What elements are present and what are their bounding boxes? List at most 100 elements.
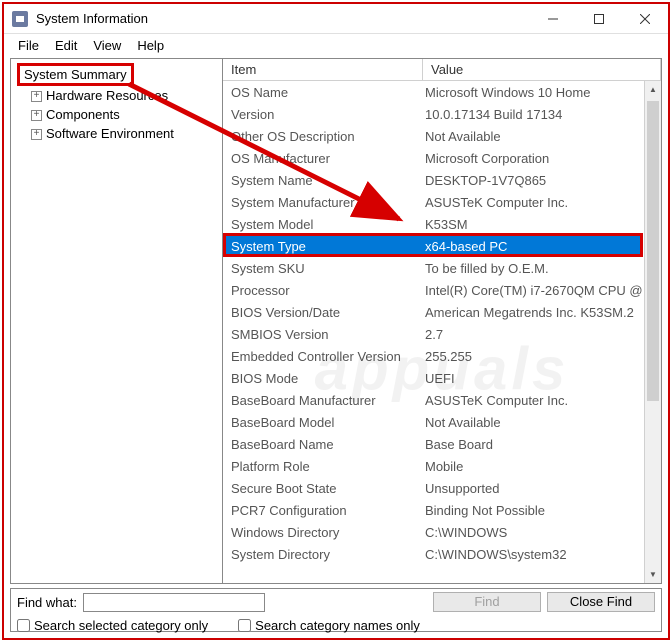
tree-item-hardware-resources[interactable]: + Hardware Resources bbox=[11, 86, 222, 105]
cell-item: System Type bbox=[223, 239, 423, 254]
list-row[interactable]: PCR7 ConfigurationBinding Not Possible bbox=[223, 499, 643, 521]
check-search-selected[interactable]: Search selected category only bbox=[17, 618, 208, 633]
list-row[interactable]: System DirectoryC:\WINDOWS\system32 bbox=[223, 543, 643, 565]
scroll-thumb[interactable] bbox=[647, 101, 659, 401]
cell-item: BaseBoard Name bbox=[223, 437, 423, 452]
close-find-button[interactable]: Close Find bbox=[547, 592, 655, 612]
cell-value: K53SM bbox=[423, 217, 643, 232]
cell-value: DESKTOP-1V7Q865 bbox=[423, 173, 643, 188]
menu-edit[interactable]: Edit bbox=[47, 36, 85, 55]
cell-item: BIOS Version/Date bbox=[223, 305, 423, 320]
cell-value: Microsoft Corporation bbox=[423, 151, 643, 166]
column-header-item[interactable]: Item bbox=[223, 59, 423, 80]
find-bar: Find what: Find Close Find Search select… bbox=[10, 588, 662, 632]
list-row[interactable]: OS NameMicrosoft Windows 10 Home bbox=[223, 81, 643, 103]
cell-value: Not Available bbox=[423, 129, 643, 144]
list-row[interactable]: Windows DirectoryC:\WINDOWS bbox=[223, 521, 643, 543]
window-title: System Information bbox=[36, 11, 148, 26]
cell-item: Other OS Description bbox=[223, 129, 423, 144]
app-icon bbox=[12, 11, 28, 27]
cell-item: OS Manufacturer bbox=[223, 151, 423, 166]
list-row[interactable]: BIOS Version/DateAmerican Megatrends Inc… bbox=[223, 301, 643, 323]
cell-item: BIOS Mode bbox=[223, 371, 423, 386]
find-input[interactable] bbox=[83, 593, 265, 612]
cell-value: UEFI bbox=[423, 371, 643, 386]
vertical-scrollbar[interactable]: ▲ ▼ bbox=[644, 81, 661, 583]
tree-item-components[interactable]: + Components bbox=[11, 105, 222, 124]
cell-value: Intel(R) Core(TM) i7-2670QM CPU @ bbox=[423, 283, 643, 298]
cell-item: Embedded Controller Version bbox=[223, 349, 423, 364]
tree-item-label: Hardware Resources bbox=[46, 88, 168, 103]
tree-root-system-summary[interactable]: System Summary bbox=[17, 63, 134, 86]
cell-value: ASUSTeK Computer Inc. bbox=[423, 195, 643, 210]
cell-value: Mobile bbox=[423, 459, 643, 474]
list-row[interactable]: Embedded Controller Version255.255 bbox=[223, 345, 643, 367]
cell-item: Processor bbox=[223, 283, 423, 298]
list-row[interactable]: BaseBoard ModelNot Available bbox=[223, 411, 643, 433]
list-row[interactable]: Platform RoleMobile bbox=[223, 455, 643, 477]
scroll-down-button[interactable]: ▼ bbox=[645, 566, 661, 583]
cell-item: System SKU bbox=[223, 261, 423, 276]
tree-panel: System Summary + Hardware Resources + Comp… bbox=[11, 59, 223, 583]
list-row[interactable]: SMBIOS Version2.7 bbox=[223, 323, 643, 345]
tree-item-software-environment[interactable]: +Software Environment bbox=[11, 124, 222, 143]
cell-item: Windows Directory bbox=[223, 525, 423, 540]
list-row[interactable]: System ModelK53SM bbox=[223, 213, 643, 235]
list-row[interactable]: System Typex64-based PC bbox=[223, 235, 643, 257]
menubar: File Edit View Help bbox=[4, 34, 668, 56]
cell-value: Unsupported bbox=[423, 481, 643, 496]
minimize-button[interactable] bbox=[530, 4, 576, 34]
expand-icon[interactable]: + bbox=[31, 129, 42, 140]
cell-value: Base Board bbox=[423, 437, 643, 452]
list-row[interactable]: System SKUTo be filled by O.E.M. bbox=[223, 257, 643, 279]
expand-icon[interactable]: + bbox=[31, 110, 42, 121]
list-row[interactable]: OS ManufacturerMicrosoft Corporation bbox=[223, 147, 643, 169]
cell-item: System Manufacturer bbox=[223, 195, 423, 210]
cell-value: 255.255 bbox=[423, 349, 643, 364]
menu-file[interactable]: File bbox=[10, 36, 47, 55]
scroll-up-button[interactable]: ▲ bbox=[645, 81, 661, 98]
cell-item: BaseBoard Model bbox=[223, 415, 423, 430]
cell-item: SMBIOS Version bbox=[223, 327, 423, 342]
cell-item: PCR7 Configuration bbox=[223, 503, 423, 518]
check-search-names[interactable]: Search category names only bbox=[238, 618, 420, 633]
list-row[interactable]: System ManufacturerASUSTeK Computer Inc. bbox=[223, 191, 643, 213]
cell-value: American Megatrends Inc. K53SM.2 bbox=[423, 305, 643, 320]
menu-view[interactable]: View bbox=[85, 36, 129, 55]
list-row[interactable]: BaseBoard ManufacturerASUSTeK Computer I… bbox=[223, 389, 643, 411]
cell-value: ASUSTeK Computer Inc. bbox=[423, 393, 643, 408]
find-label: Find what: bbox=[17, 595, 77, 610]
list-row[interactable]: BaseBoard NameBase Board bbox=[223, 433, 643, 455]
check-search-names-box[interactable] bbox=[238, 619, 251, 632]
cell-item: BaseBoard Manufacturer bbox=[223, 393, 423, 408]
tree-item-label: Components bbox=[46, 107, 120, 122]
check-label: Search selected category only bbox=[34, 618, 208, 633]
cell-item: Secure Boot State bbox=[223, 481, 423, 496]
expand-icon[interactable]: + bbox=[31, 91, 42, 102]
cell-item: Version bbox=[223, 107, 423, 122]
cell-item: Platform Role bbox=[223, 459, 423, 474]
cell-value: x64-based PC bbox=[423, 239, 643, 254]
close-button[interactable] bbox=[622, 4, 668, 34]
cell-item: OS Name bbox=[223, 85, 423, 100]
cell-value: Not Available bbox=[423, 415, 643, 430]
cell-value: C:\WINDOWS\system32 bbox=[423, 547, 643, 562]
cell-value: To be filled by O.E.M. bbox=[423, 261, 643, 276]
list-row[interactable]: Secure Boot StateUnsupported bbox=[223, 477, 643, 499]
cell-item: System Model bbox=[223, 217, 423, 232]
titlebar[interactable]: System Information bbox=[4, 4, 668, 34]
column-header-value[interactable]: Value bbox=[423, 59, 661, 80]
list-row[interactable]: Other OS DescriptionNot Available bbox=[223, 125, 643, 147]
cell-value: C:\WINDOWS bbox=[423, 525, 643, 540]
list-row[interactable]: Version10.0.17134 Build 17134 bbox=[223, 103, 643, 125]
menu-help[interactable]: Help bbox=[129, 36, 172, 55]
list-row[interactable]: BIOS ModeUEFI bbox=[223, 367, 643, 389]
find-button[interactable]: Find bbox=[433, 592, 541, 612]
maximize-button[interactable] bbox=[576, 4, 622, 34]
list-row[interactable]: ProcessorIntel(R) Core(TM) i7-2670QM CPU… bbox=[223, 279, 643, 301]
cell-item: System Name bbox=[223, 173, 423, 188]
check-search-selected-box[interactable] bbox=[17, 619, 30, 632]
cell-item: System Directory bbox=[223, 547, 423, 562]
list-row[interactable]: System NameDESKTOP-1V7Q865 bbox=[223, 169, 643, 191]
cell-value: Microsoft Windows 10 Home bbox=[423, 85, 643, 100]
